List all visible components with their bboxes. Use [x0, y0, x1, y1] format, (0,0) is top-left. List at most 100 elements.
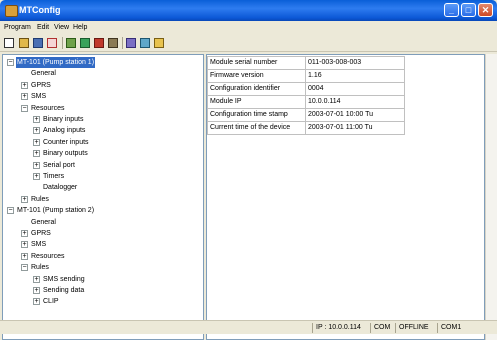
menu-bar: Program Edit View Help	[0, 21, 497, 35]
tree-node[interactable]: + Analog inputs	[3, 125, 203, 136]
tree-node-label: SMS	[31, 93, 47, 101]
expand-icon[interactable]: +	[21, 230, 28, 237]
collapse-icon[interactable]: −	[7, 59, 14, 66]
tree-node[interactable]: + GPRS	[3, 228, 203, 239]
tree-node[interactable]: + SMS	[3, 239, 203, 250]
tree-node[interactable]: + Resources	[3, 251, 203, 262]
tree-node[interactable]: General	[3, 68, 203, 79]
tree-node[interactable]: + Rules	[3, 194, 203, 205]
maximize-button[interactable]: □	[461, 3, 476, 17]
menu-view[interactable]: View	[54, 24, 69, 31]
property-key: Configuration time stamp	[207, 108, 306, 122]
status-ip: IP : 10.0.0.114	[312, 323, 361, 333]
tree-node-label: General	[31, 70, 56, 78]
collapse-icon[interactable]: −	[7, 207, 14, 215]
menu-program[interactable]: Program	[4, 24, 31, 31]
tree-node[interactable]: Datalogger	[3, 182, 203, 193]
save-icon[interactable]	[33, 38, 43, 48]
tree-node[interactable]: + Counter inputs	[3, 137, 203, 148]
toolbar-separator	[122, 37, 123, 49]
paste-icon[interactable]	[80, 38, 90, 48]
expand-icon[interactable]: +	[21, 81, 28, 89]
close-button[interactable]: ✕	[478, 3, 493, 17]
tree-node-label: MT-101 (Pump station 2)	[17, 207, 95, 215]
menu-edit[interactable]: Edit	[37, 24, 49, 31]
property-value: 1.16	[305, 69, 405, 83]
table-row[interactable]: Firmware version 1.16	[207, 69, 405, 83]
tree-node[interactable]: + CLIP	[3, 296, 203, 307]
tree-node-label: Rules	[31, 264, 49, 272]
toolbar-separator	[62, 37, 63, 49]
tree-icon[interactable]	[126, 38, 136, 48]
tree-node[interactable]: General	[3, 217, 203, 228]
tree-node[interactable]: + SMS sending	[3, 274, 203, 285]
tree-node[interactable]: + Binary inputs	[3, 114, 203, 125]
open-icon[interactable]	[19, 38, 29, 48]
toolbar	[0, 35, 497, 52]
property-value: 0004	[305, 82, 405, 96]
tree-node-label: GPRS	[31, 81, 51, 89]
copy-icon[interactable]	[66, 38, 76, 48]
tree-node-label: SMS sending	[43, 275, 85, 283]
folder-icon[interactable]	[154, 38, 164, 48]
cut-icon[interactable]	[47, 38, 57, 48]
tree-node-label: Sending data	[43, 287, 85, 294]
expand-icon[interactable]: +	[21, 241, 28, 249]
tree-node-label: Datalogger	[43, 184, 78, 192]
minimize-icon: _	[448, 5, 454, 15]
tree-node[interactable]: + Serial port	[3, 160, 203, 171]
expand-icon[interactable]: +	[33, 150, 40, 158]
tree-node-label: Binary inputs	[43, 116, 84, 123]
property-key: Configuration identifier	[207, 82, 306, 96]
tree-node-label: MT-101 (Pump station 1)	[16, 57, 96, 68]
collapse-icon[interactable]: −	[21, 264, 28, 272]
table-row[interactable]: Configuration time stamp 2003-07-01 10:00…	[207, 108, 405, 122]
maximize-icon: □	[465, 5, 472, 15]
tree-node-label: Resources	[31, 252, 65, 260]
property-key: Module serial number	[207, 56, 306, 70]
wand-icon[interactable]	[140, 38, 150, 48]
tree-node[interactable]: − Resources	[3, 103, 203, 114]
property-key: Module IP	[207, 95, 306, 109]
expand-icon[interactable]: +	[21, 195, 28, 203]
vertical-scrollbar[interactable]	[485, 54, 497, 340]
expand-icon[interactable]: +	[33, 275, 40, 283]
table-row[interactable]: Configuration identifier 0004	[207, 82, 405, 96]
tree-node[interactable]: + Binary outputs	[3, 148, 203, 159]
table-row[interactable]: Module serial number 011-003-008-003	[207, 56, 405, 70]
title-bar[interactable]: MTConfig _ □ ✕	[0, 0, 497, 21]
expand-icon[interactable]: +	[33, 298, 40, 306]
tree-node[interactable]: + GPRS	[3, 80, 203, 91]
status-com: COM1	[437, 323, 461, 333]
expand-icon[interactable]: +	[33, 173, 40, 180]
tree-node[interactable]: + Sending data	[3, 285, 203, 296]
minimize-button[interactable]: _	[444, 3, 459, 17]
new-icon[interactable]	[4, 38, 14, 48]
expand-icon[interactable]: +	[33, 287, 40, 294]
tree-node-label: GPRS	[31, 230, 51, 237]
property-value: 2003-07-01 10:00 Tu	[305, 108, 405, 122]
status-port: COM	[370, 323, 390, 333]
expand-icon[interactable]: +	[33, 138, 40, 146]
property-value: 2003-07-01 11:00 Tu	[305, 121, 405, 135]
module-icon[interactable]	[94, 38, 104, 48]
expand-icon[interactable]: +	[33, 116, 40, 123]
expand-icon[interactable]: +	[21, 93, 28, 101]
expand-icon[interactable]: +	[21, 252, 28, 260]
table-row[interactable]: Module IP 10.0.0.114	[207, 95, 405, 109]
collapse-icon[interactable]: −	[21, 104, 28, 112]
plug-icon[interactable]	[108, 38, 118, 48]
tree-node[interactable]: − MT-101 (Pump station 1)	[3, 57, 203, 68]
tree-node[interactable]: + SMS	[3, 91, 203, 102]
expand-icon[interactable]: +	[33, 127, 40, 135]
tree-node[interactable]: − Rules	[3, 262, 203, 273]
tree-node[interactable]: + Timers	[3, 171, 203, 182]
table-row[interactable]: Current time of the device 2003-07-01 11:…	[207, 121, 405, 135]
status-connection: OFFLINE	[395, 323, 429, 333]
module-tree[interactable]: − MT-101 (Pump station 1) General + GPRS + SMS…	[2, 54, 204, 340]
expand-icon[interactable]: +	[33, 161, 40, 169]
tree-node[interactable]: − MT-101 (Pump station 2)	[3, 205, 203, 216]
tree-node-label: Timers	[43, 173, 65, 180]
menu-help[interactable]: Help	[73, 24, 87, 31]
properties-table: Module serial number 011-003-008-003 Firm…	[207, 56, 405, 135]
